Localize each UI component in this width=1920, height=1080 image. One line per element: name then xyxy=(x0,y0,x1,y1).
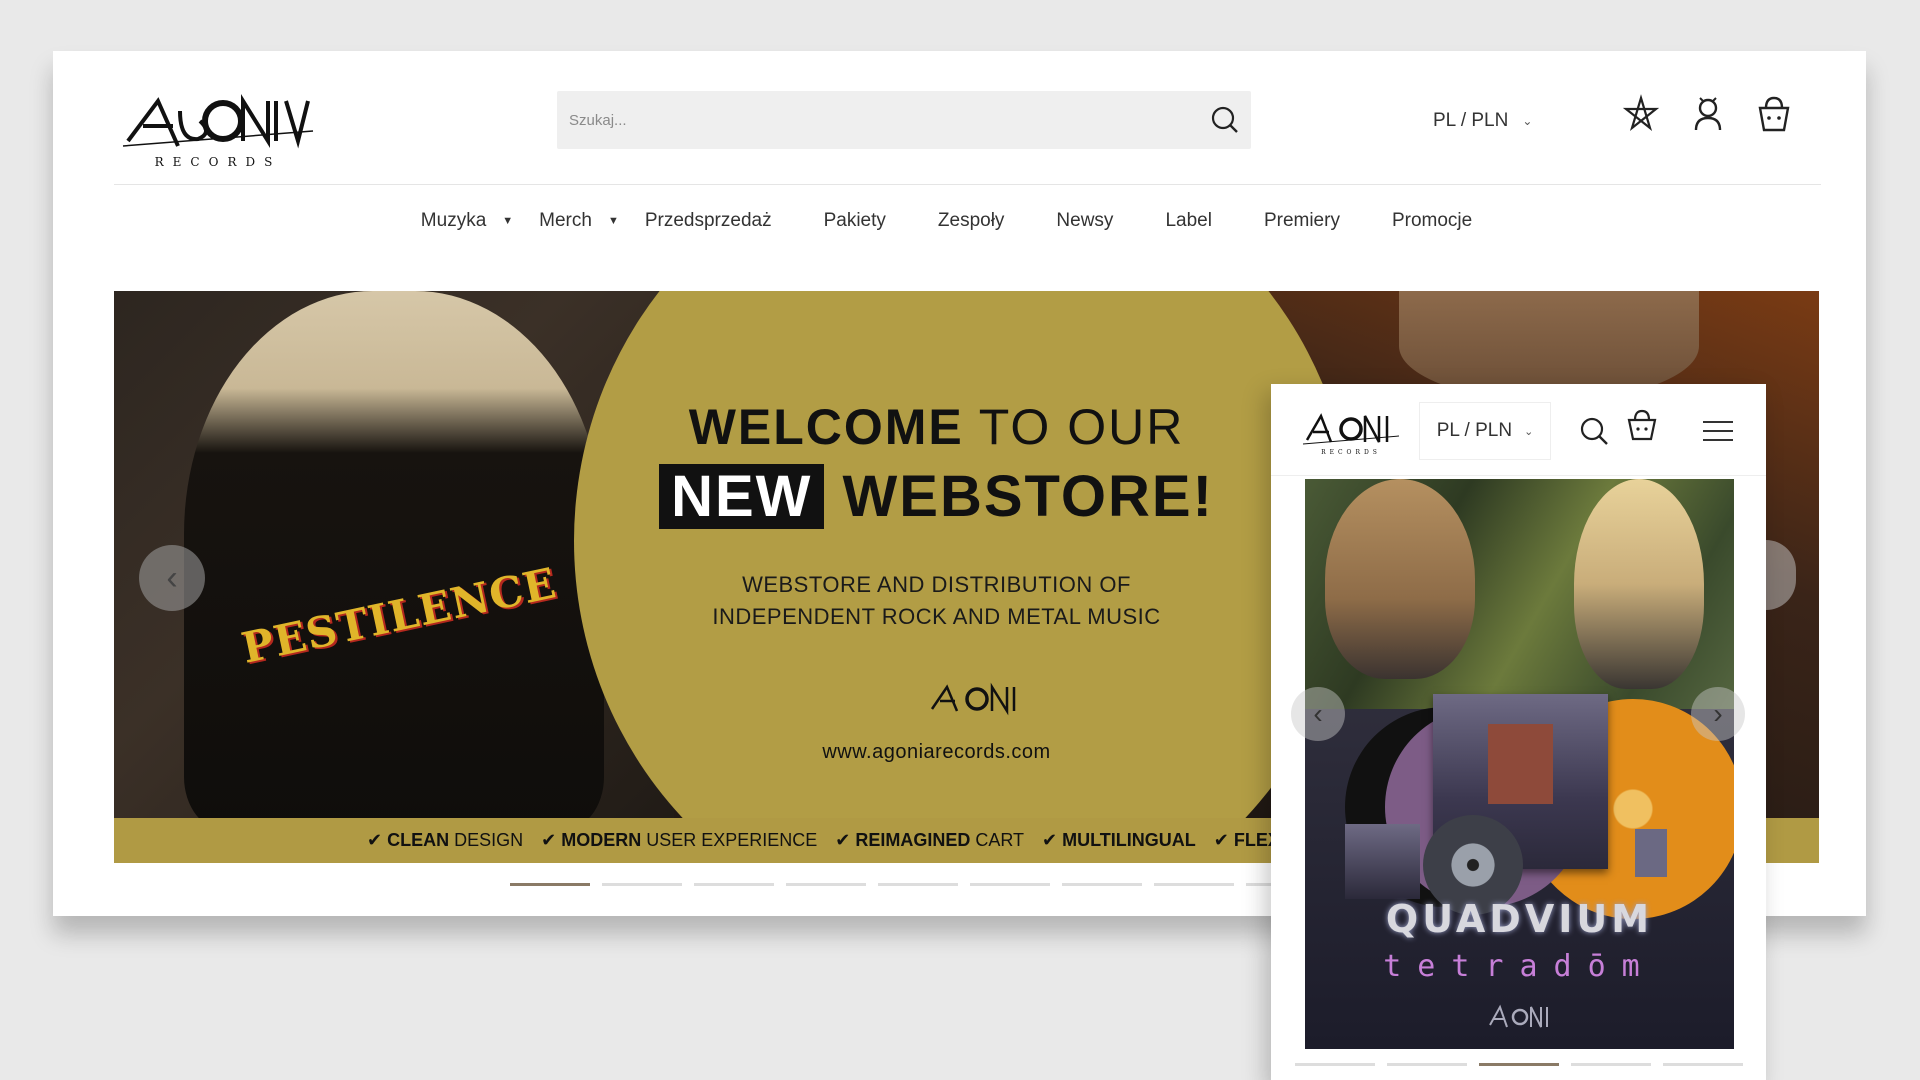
carousel-dot[interactable] xyxy=(1154,883,1234,886)
carousel-dot[interactable] xyxy=(970,883,1050,886)
cassette-tape xyxy=(1635,829,1667,877)
nav-label: Label xyxy=(1165,210,1212,231)
nav-label: Pakiety xyxy=(823,210,886,231)
carousel-dot[interactable] xyxy=(1295,1063,1375,1066)
small-album-cover xyxy=(1345,824,1420,899)
nav-item-label[interactable]: Label xyxy=(1139,210,1238,232)
banner-agonia-logo xyxy=(1485,997,1555,1037)
caret-down-icon: ▼ xyxy=(502,215,514,227)
carousel-dot[interactable] xyxy=(1571,1063,1651,1066)
release-band-name: QUADVIUM xyxy=(1385,897,1654,941)
nav-item-newsy[interactable]: Newsy xyxy=(1030,210,1139,232)
cart-icon[interactable] xyxy=(1625,408,1659,442)
headline-rest: WEBSTORE! xyxy=(824,464,1214,529)
feature-item: ✔ CLEAN DESIGN xyxy=(367,830,524,850)
carousel-dot[interactable] xyxy=(1479,1063,1559,1066)
headline-new-box: NEW xyxy=(659,464,825,529)
feature-item: ✔ MODERN USER EXPERIENCE xyxy=(541,830,818,850)
carousel-prev-button[interactable]: ‹ xyxy=(139,545,205,611)
feature-bold: MULTILINGUAL xyxy=(1062,830,1196,850)
feature-item: ✔ REIMAGINED CART xyxy=(835,830,1025,850)
carousel-dot[interactable] xyxy=(1663,1063,1743,1066)
main-navigation: Muzyka ▼ Merch ▼ Przedsprzedaż Pakiety Zes… xyxy=(53,203,1866,239)
nav-label: Zespoły xyxy=(937,210,1005,231)
language-currency-label: PL / PLN xyxy=(1433,110,1509,131)
hamburger-menu-icon[interactable] xyxy=(1701,414,1735,448)
chevron-left-icon: ‹ xyxy=(1313,698,1323,729)
carousel-next-button[interactable]: › xyxy=(1691,687,1745,741)
feature-rest: USER EXPERIENCE xyxy=(641,830,818,850)
carousel-pagination xyxy=(510,883,1326,886)
mobile-hero-banner[interactable]: QUADVIUM tetradōm xyxy=(1305,479,1734,1049)
nav-item-muzyka[interactable]: Muzyka ▼ xyxy=(421,210,539,232)
feature-item: ✔ MULTILINGUAL xyxy=(1042,830,1196,850)
search-bar xyxy=(557,91,1251,149)
nav-item-merch[interactable]: Merch ▼ xyxy=(539,210,645,232)
pentagram-icon[interactable] xyxy=(1621,94,1661,134)
headline-bold: WELCOME xyxy=(688,399,964,455)
user-icon[interactable] xyxy=(1688,94,1728,134)
agonia-logo[interactable]: RECORDS xyxy=(1301,402,1401,456)
nav-label: Przedsprzedaż xyxy=(644,210,772,231)
language-currency-label: PL / PLN xyxy=(1436,420,1513,441)
logo-subtitle: RECORDS xyxy=(155,155,282,169)
nav-item-pakiety[interactable]: Pakiety xyxy=(798,210,912,232)
feature-bold: REIMAGINED xyxy=(855,830,971,850)
chevron-right-icon: › xyxy=(1713,698,1723,729)
feature-item: ✔ FLEX xyxy=(1213,830,1280,850)
chevron-left-icon: ‹ xyxy=(166,558,178,597)
nav-item-przedsprzedaz[interactable]: Przedsprzedaż xyxy=(645,210,798,232)
agonia-logo[interactable]: RECORDS xyxy=(118,71,318,171)
carousel-prev-button[interactable]: ‹ xyxy=(1291,687,1345,741)
caret-down-icon: ▼ xyxy=(607,215,619,227)
feature-rest: CART xyxy=(970,830,1025,850)
headline-rest: TO OUR xyxy=(963,399,1185,455)
chevron-down-icon: ⌄ xyxy=(1524,425,1534,438)
feature-bold: MODERN xyxy=(561,830,642,850)
language-currency-selector[interactable]: PL / PLN ⌄ xyxy=(1433,107,1532,135)
banner-agonia-logo xyxy=(922,669,1032,729)
cover-tower xyxy=(1488,724,1553,804)
carousel-dot[interactable] xyxy=(1062,883,1142,886)
carousel-pagination xyxy=(1295,1063,1743,1066)
nav-label: Promocje xyxy=(1391,210,1473,231)
carousel-dot[interactable] xyxy=(602,883,682,886)
header-divider xyxy=(114,184,1821,185)
logo-subtitle: RECORDS xyxy=(1321,449,1381,456)
banner-musician-right xyxy=(1574,479,1704,689)
carousel-dot[interactable] xyxy=(694,883,774,886)
carousel-dot[interactable] xyxy=(786,883,866,886)
feature-bold: CLEAN xyxy=(387,830,450,850)
feature-rest: DESIGN xyxy=(449,830,524,850)
release-album-name: tetradōm xyxy=(1383,949,1656,984)
nav-label: Premiery xyxy=(1263,210,1340,231)
carousel-dot[interactable] xyxy=(878,883,958,886)
nav-item-premiery[interactable]: Premiery xyxy=(1238,210,1366,232)
search-icon[interactable] xyxy=(1577,414,1611,448)
cart-icon[interactable] xyxy=(1754,94,1794,134)
nav-item-promocje[interactable]: Promocje xyxy=(1366,210,1498,232)
nav-label: Merch xyxy=(539,210,592,231)
nav-item-zespoly[interactable]: Zespoły xyxy=(912,210,1031,232)
mobile-header: RECORDS PL / PLN ⌄ xyxy=(1271,384,1766,476)
chevron-down-icon: ⌄ xyxy=(1522,114,1533,128)
nav-label: Muzyka xyxy=(420,210,487,231)
mobile-window: RECORDS PL / PLN ⌄ QUADVIUM tetradōm ‹ › xyxy=(1271,384,1766,1080)
nav-label: Newsy xyxy=(1056,210,1114,231)
search-input[interactable] xyxy=(569,91,1169,149)
language-currency-selector[interactable]: PL / PLN ⌄ xyxy=(1419,402,1551,460)
search-icon[interactable] xyxy=(1209,104,1241,136)
carousel-dot[interactable] xyxy=(1387,1063,1467,1066)
carousel-dot[interactable] xyxy=(510,883,590,886)
banner-musician-left xyxy=(1325,479,1475,679)
